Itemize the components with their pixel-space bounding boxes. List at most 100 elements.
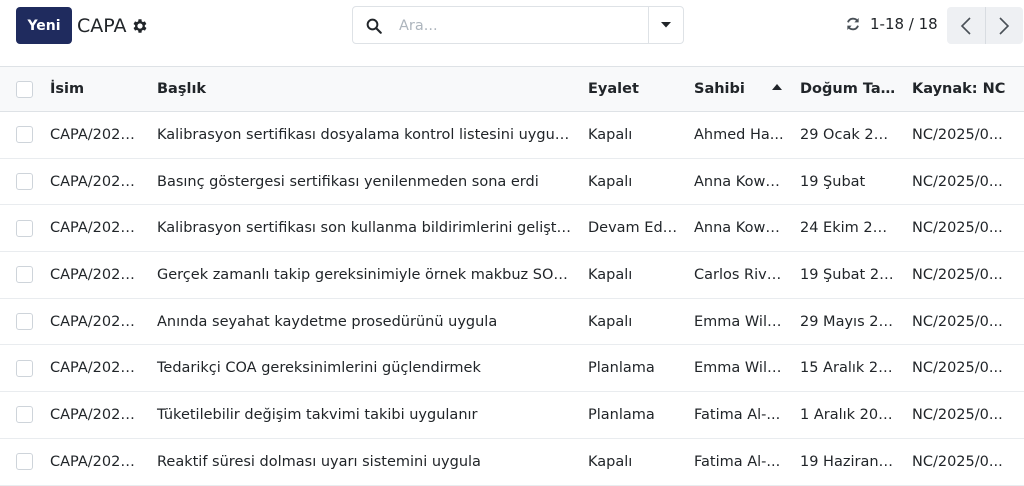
- gear-icon[interactable]: [131, 17, 149, 35]
- cell-date: 15 Aralık 20...: [792, 344, 904, 393]
- cell-date: 19 Şubat 20...: [792, 251, 904, 299]
- cell-title: Kalibrasyon sertifikası son kullanma bil…: [149, 204, 580, 253]
- row-select-cell: [0, 158, 42, 206]
- table-row[interactable]: CAPA/2025... Gerçek zamanlı takip gereksi…: [0, 251, 1024, 299]
- cell-source: NC/2025/0...: [904, 251, 1024, 299]
- cell-owner: Carlos Rive...: [686, 251, 792, 299]
- cell-name: CAPA/2025...: [42, 438, 149, 486]
- pager-buttons: [947, 7, 1023, 44]
- cell-owner: Emma Willi...: [686, 344, 792, 393]
- cell-source: NC/2025/0...: [904, 204, 1024, 253]
- refresh-icon[interactable]: [845, 16, 861, 32]
- cell-date: 29 Mayıs 20...: [792, 298, 904, 346]
- table-body: CAPA/2025... Kalibrasyon sertifikası dosy…: [0, 111, 1024, 486]
- next-page-button[interactable]: [986, 7, 1024, 44]
- sort-ascending-icon: [772, 84, 782, 90]
- cell-state: Planlama: [580, 344, 686, 393]
- table-header-row: İsim Başlık Eyalet Sahibi Doğum Tar... K…: [0, 66, 1024, 112]
- row-checkbox[interactable]: [16, 406, 33, 424]
- cell-title: Basınç göstergesi sertifikası yenilenmed…: [149, 158, 580, 206]
- cell-name: CAPA/2025...: [42, 344, 149, 393]
- cell-name: CAPA/2025...: [42, 204, 149, 253]
- cell-source: NC/2025/0...: [904, 344, 1024, 393]
- cell-state: Planlama: [580, 391, 686, 439]
- search-input[interactable]: [397, 13, 641, 39]
- column-header-owner[interactable]: Sahibi: [686, 66, 792, 112]
- cell-state: Kapalı: [580, 438, 686, 486]
- table-row[interactable]: CAPA/2025... Tüketilebilir değişim takvim…: [0, 391, 1024, 439]
- row-select-cell: [0, 391, 42, 439]
- row-select-cell: [0, 251, 42, 299]
- capa-list-table: İsim Başlık Eyalet Sahibi Doğum Tar... K…: [0, 66, 1024, 486]
- select-all-cell: [0, 66, 42, 112]
- cell-title: Tüketilebilir değişim takvimi takibi uyg…: [149, 391, 580, 439]
- search-icon: [366, 18, 382, 34]
- cell-owner: Fatima Al-...: [686, 391, 792, 439]
- cell-name: CAPA/2025...: [42, 391, 149, 439]
- row-select-cell: [0, 344, 42, 393]
- table-row[interactable]: CAPA/2025... Anında seyahat kaydetme pros…: [0, 298, 1024, 346]
- table-row[interactable]: CAPA/2025... Basınç göstergesi sertifikas…: [0, 158, 1024, 206]
- select-all-checkbox[interactable]: [16, 80, 33, 98]
- cell-date: 1 Aralık 2025: [792, 391, 904, 439]
- pager-value[interactable]: 1-18 / 18: [870, 15, 938, 33]
- table-row[interactable]: CAPA/2025... Kalibrasyon sertifikası dosy…: [0, 111, 1024, 159]
- cell-owner: Anna Kowa...: [686, 204, 792, 253]
- table-row[interactable]: CAPA/2025... Tedarikçi COA gereksinimleri…: [0, 344, 1024, 393]
- row-select-cell: [0, 438, 42, 486]
- cell-state: Kapalı: [580, 251, 686, 299]
- row-checkbox[interactable]: [16, 173, 33, 191]
- cell-date: 29 Ocak 2025: [792, 111, 904, 159]
- cell-source: NC/2025/0...: [904, 111, 1024, 159]
- cell-date: 24 Ekim 2025: [792, 204, 904, 253]
- table-row[interactable]: CAPA/2025... Reaktif süresi dolması uyarı…: [0, 438, 1024, 486]
- cell-title: Tedarikçi COA gereksinimlerini güçlendir…: [149, 344, 580, 393]
- cell-title: Anında seyahat kaydetme prosedürünü uygu…: [149, 298, 580, 346]
- column-header-owner-label: Sahibi: [694, 81, 745, 97]
- cell-source: NC/2025/0...: [904, 158, 1024, 206]
- cell-date: 19 Şubat: [792, 158, 904, 206]
- row-select-cell: [0, 204, 42, 253]
- cell-source: NC/2025/0...: [904, 438, 1024, 486]
- cell-source: NC/2025/0...: [904, 298, 1024, 346]
- cell-name: CAPA/2025...: [42, 298, 149, 346]
- search-bar: [352, 6, 684, 44]
- row-select-cell: [0, 298, 42, 346]
- cell-state: Devam Edi...: [580, 204, 686, 253]
- cell-state: Kapalı: [580, 158, 686, 206]
- column-header-source[interactable]: Kaynak: NC: [904, 66, 1024, 112]
- cell-title: Gerçek zamanlı takip gereksinimiyle örne…: [149, 251, 580, 299]
- column-header-title[interactable]: Başlık: [149, 66, 580, 112]
- cell-state: Kapalı: [580, 111, 686, 159]
- control-panel: Yeni CAPA 1-18 / 18: [0, 0, 1024, 66]
- row-checkbox[interactable]: [16, 266, 33, 284]
- cell-name: CAPA/2025...: [42, 158, 149, 206]
- previous-page-button[interactable]: [947, 7, 986, 44]
- cell-owner: Ahmed Ha...: [686, 111, 792, 159]
- row-checkbox[interactable]: [16, 453, 33, 471]
- column-header-name[interactable]: İsim: [42, 66, 149, 112]
- row-checkbox[interactable]: [16, 313, 33, 331]
- cell-title: Reaktif süresi dolması uyarı sistemini u…: [149, 438, 580, 486]
- cell-owner: Fatima Al-...: [686, 438, 792, 486]
- column-header-date[interactable]: Doğum Tar...: [792, 66, 904, 112]
- row-checkbox[interactable]: [16, 359, 33, 377]
- cell-owner: Emma Willi...: [686, 298, 792, 346]
- row-checkbox[interactable]: [16, 126, 33, 144]
- column-header-state[interactable]: Eyalet: [580, 66, 686, 112]
- search-options-toggle[interactable]: [648, 7, 683, 43]
- cell-title: Kalibrasyon sertifikası dosyalama kontro…: [149, 111, 580, 159]
- chevron-left-icon: [960, 16, 971, 35]
- new-button[interactable]: Yeni: [16, 7, 72, 44]
- row-select-cell: [0, 111, 42, 159]
- row-checkbox[interactable]: [16, 219, 33, 237]
- cell-owner: Anna Kowa...: [686, 158, 792, 206]
- cell-source: NC/2025/0...: [904, 391, 1024, 439]
- caret-down-icon: [661, 22, 671, 28]
- cell-date: 19 Haziran ...: [792, 438, 904, 486]
- table-row[interactable]: CAPA/2025... Kalibrasyon sertifikası son …: [0, 204, 1024, 253]
- cell-state: Kapalı: [580, 298, 686, 346]
- cell-name: CAPA/2025...: [42, 251, 149, 299]
- chevron-right-icon: [999, 16, 1010, 35]
- page-title: CAPA: [77, 15, 127, 37]
